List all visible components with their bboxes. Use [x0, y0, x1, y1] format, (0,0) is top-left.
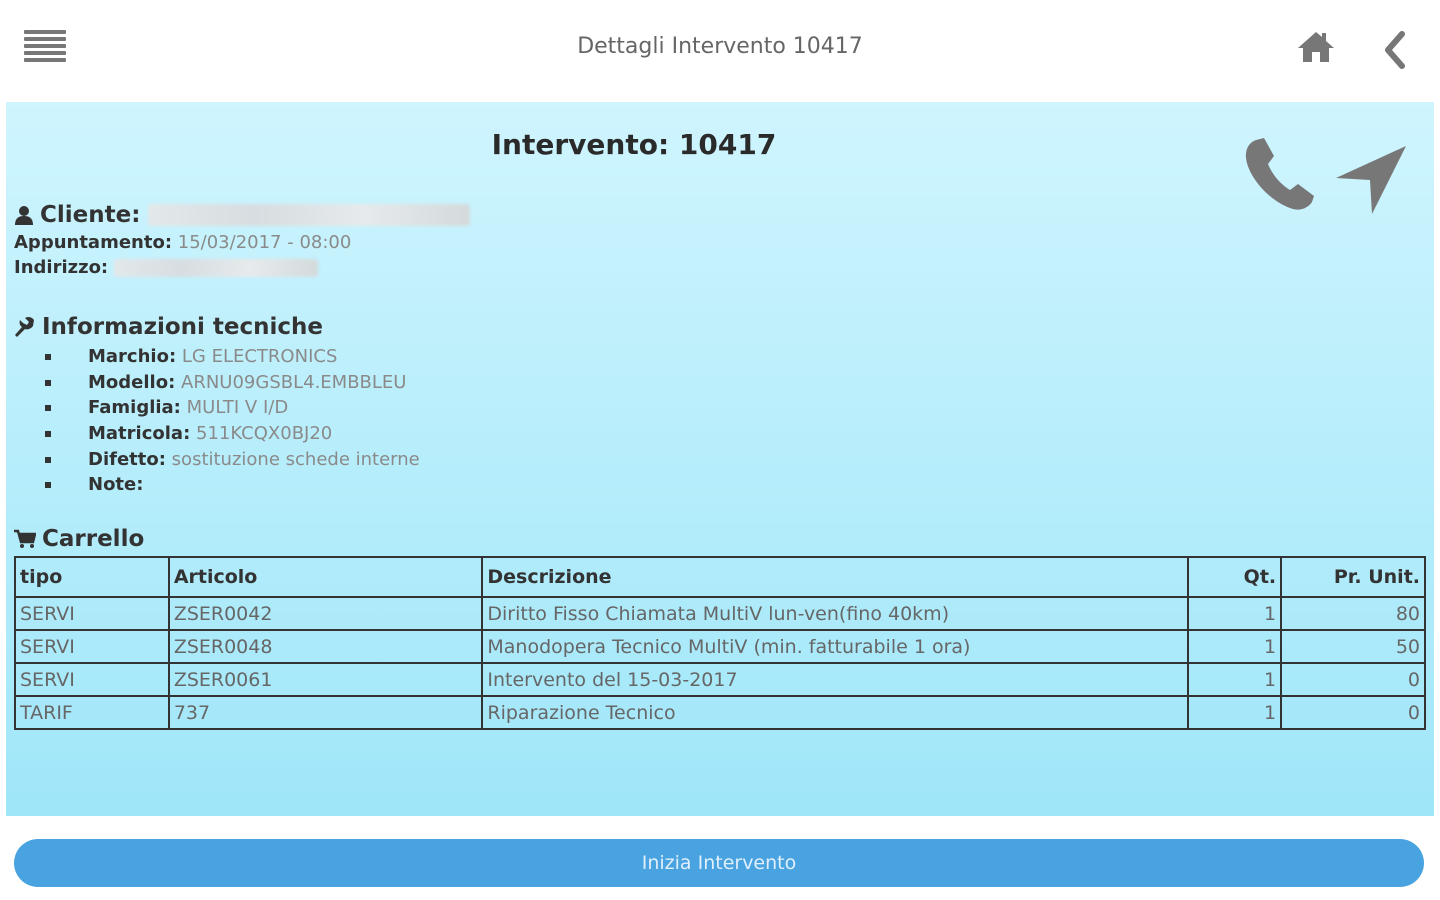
cliente-label: Cliente: — [40, 202, 141, 228]
column-header-articolo: Articolo — [167, 556, 484, 598]
table-row: TARIF 737 Riparazione Tecnico 1 0 — [14, 695, 1426, 730]
cell-descrizione: Intervento del 15-03-2017 — [481, 662, 1190, 697]
cell-articolo: 737 — [167, 695, 484, 730]
cell-descrizione: Manodopera Tecnico MultiV (min. fatturab… — [481, 629, 1190, 664]
tech-info-list: Marchio: LG ELECTRONICS Modello: ARNU09G… — [36, 344, 420, 498]
appuntamento-value: 15/03/2017 - 08:00 — [177, 232, 352, 253]
cliente-row: Cliente: — [14, 202, 471, 228]
list-item-matricola: Matricola: 511KCQX0BJ20 — [36, 421, 420, 447]
list-item-famiglia: Famiglia: MULTI V I/D — [36, 395, 420, 421]
user-icon — [15, 206, 33, 225]
cell-articolo: ZSER0042 — [167, 596, 484, 631]
cell-descrizione: Diritto Fisso Chiamata MultiV lun-ven(fi… — [481, 596, 1190, 631]
cell-tipo: SERVI — [14, 629, 170, 664]
home-icon[interactable] — [1296, 28, 1336, 68]
cell-qt: 1 — [1187, 695, 1283, 730]
shopping-cart-icon — [14, 529, 36, 548]
appuntamento-label: Appuntamento: — [14, 232, 173, 253]
cell-articolo: ZSER0048 — [167, 629, 484, 664]
inizia-intervento-button[interactable]: Inizia Intervento — [14, 839, 1424, 887]
location-arrow-icon[interactable] — [1332, 142, 1410, 218]
cart-section-title: Carrello — [14, 526, 144, 552]
cell-prezzo: 0 — [1280, 662, 1426, 697]
cell-tipo: SERVI — [14, 596, 170, 631]
cart-title: Carrello — [42, 526, 145, 552]
cart-table: tipo Articolo Descrizione Qt. Pr. Unit. … — [14, 556, 1426, 730]
appuntamento-row: Appuntamento: 15/03/2017 - 08:00 — [14, 232, 351, 253]
list-item-modello: Modello: ARNU09GSBL4.EMBBLEU — [36, 370, 420, 396]
cell-qt: 1 — [1187, 629, 1283, 664]
cell-articolo: ZSER0061 — [167, 662, 484, 697]
indirizzo-value-redacted — [114, 258, 319, 277]
phone-icon[interactable] — [1242, 136, 1318, 214]
list-item-difetto: Difetto: sostituzione schede interne — [36, 447, 420, 473]
column-header-prezzo: Pr. Unit. — [1280, 556, 1426, 598]
cell-qt: 1 — [1187, 596, 1283, 631]
column-header-tipo: tipo — [14, 556, 170, 598]
table-row: SERVI ZSER0048 Manodopera Tecnico MultiV… — [14, 629, 1426, 664]
top-bar: Dettagli Intervento 10417 — [0, 0, 1440, 100]
indirizzo-row: Indirizzo: — [14, 257, 319, 278]
cell-qt: 1 — [1187, 662, 1283, 697]
table-row: SERVI ZSER0061 Intervento del 15-03-2017… — [14, 662, 1426, 697]
page-title: Dettagli Intervento 10417 — [577, 34, 863, 59]
cell-tipo: TARIF — [14, 695, 170, 730]
indirizzo-label: Indirizzo: — [14, 257, 109, 278]
cell-prezzo: 50 — [1280, 629, 1426, 664]
intervento-panel: Intervento: 10417 Cliente: Appuntamento:… — [6, 102, 1434, 816]
cell-prezzo: 0 — [1280, 695, 1426, 730]
cell-prezzo: 80 — [1280, 596, 1426, 631]
cliente-name-redacted — [148, 204, 471, 226]
cell-tipo: SERVI — [14, 662, 170, 697]
tech-title: Informazioni tecniche — [42, 314, 323, 340]
wrench-icon — [15, 316, 34, 337]
chevron-left-icon[interactable] — [1378, 30, 1412, 70]
list-item-note: Note: — [36, 472, 420, 498]
list-item-marchio: Marchio: LG ELECTRONICS — [36, 344, 420, 370]
table-header-row: tipo Articolo Descrizione Qt. Pr. Unit. — [14, 556, 1426, 598]
cell-descrizione: Riparazione Tecnico — [481, 695, 1190, 730]
column-header-qt: Qt. — [1187, 556, 1283, 598]
table-row: SERVI ZSER0042 Diritto Fisso Chiamata Mu… — [14, 596, 1426, 631]
intervento-title: Intervento: 10417 — [491, 128, 777, 161]
tech-section-title: Informazioni tecniche — [14, 314, 323, 340]
column-header-descrizione: Descrizione — [481, 556, 1190, 598]
